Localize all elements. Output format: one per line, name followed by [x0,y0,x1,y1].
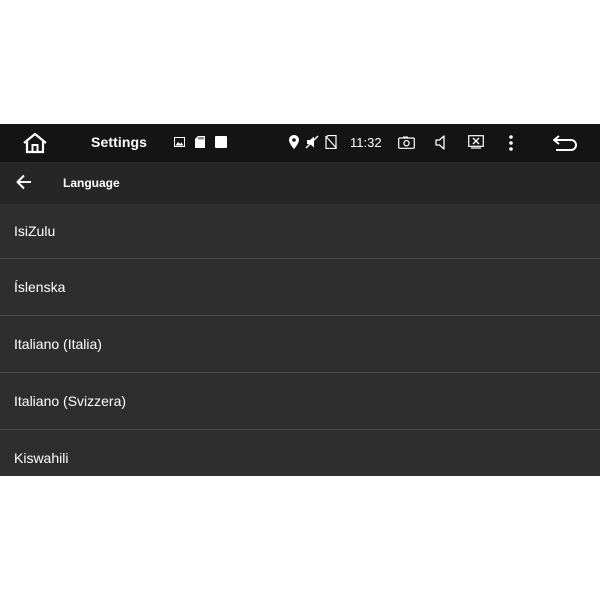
language-label: Italiano (Italia) [14,336,102,352]
location-icon [289,135,299,149]
language-list: IsiZulu Íslenska Italiano (Italia) Itali… [0,204,600,476]
list-item-language[interactable]: IsiZulu [0,204,600,258]
volume-icon[interactable] [435,135,447,150]
sd-card-icon [195,136,205,148]
back-icon[interactable] [552,134,578,152]
home-icon[interactable] [22,132,48,154]
status-bar: Settings 11:32 [0,124,600,162]
list-item-language[interactable]: Italiano (Svizzera) [0,372,600,429]
app-toolbar: Language [0,162,600,204]
clock: 11:32 [350,135,382,150]
language-label: IsiZulu [14,223,56,239]
stop-square-icon [215,136,227,148]
screenshot-icon[interactable] [398,136,415,149]
more-vert-icon[interactable] [509,135,513,151]
no-sim-icon [325,135,337,149]
android-screen: Settings 11:32 Language IsiZulu Íslenska… [0,124,600,476]
app-title: Settings [91,134,148,150]
list-item-language[interactable]: Kiswahili [0,429,600,476]
close-window-icon[interactable] [468,135,484,149]
language-label: Kiswahili [14,450,69,466]
image-icon [174,137,185,147]
list-item-language[interactable]: Íslenska [0,258,600,315]
list-item-language[interactable]: Italiano (Italia) [0,315,600,372]
page-title: Language [63,176,120,190]
language-label: Italiano (Svizzera) [14,393,127,409]
language-label: Íslenska [14,279,66,295]
arrow-back-icon[interactable] [15,173,33,191]
mute-icon [305,135,319,149]
